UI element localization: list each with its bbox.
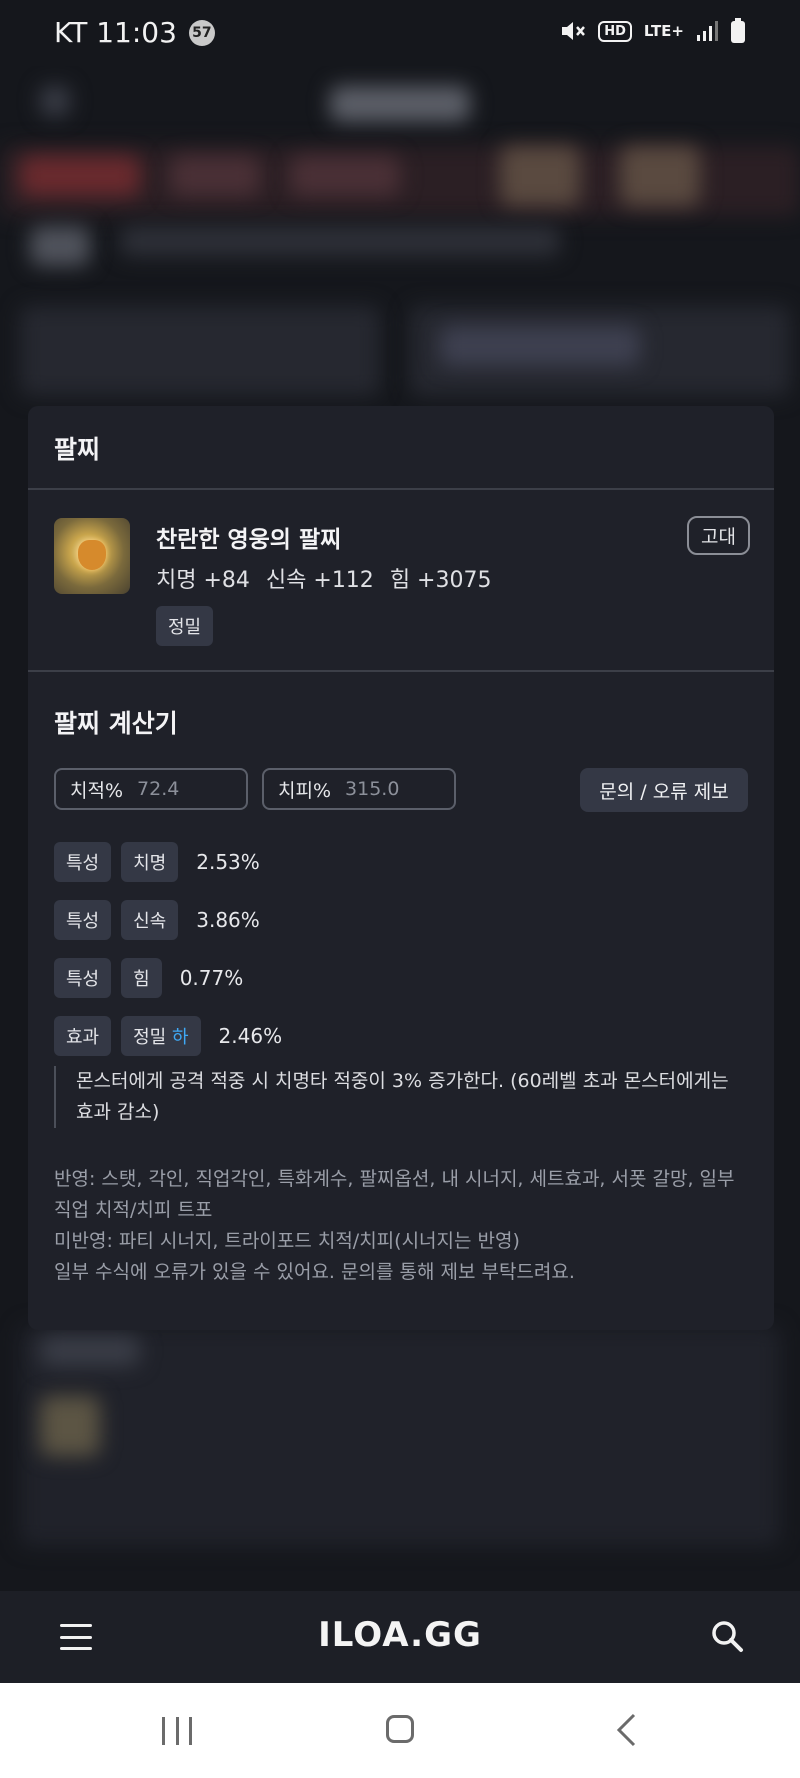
crit-rate-value: 72.4 [137, 778, 180, 800]
row-name-tag: 신속 [121, 900, 179, 940]
calc-row: 특성 치명 2.53% [54, 842, 260, 882]
item-effect-tag: 정밀 [156, 606, 214, 646]
site-logo[interactable]: ILOA.GG [0, 1615, 800, 1655]
note-disclaimer: 일부 수식에 오류가 있을 수 있어요. 문의를 통해 제보 부탁드려요. [54, 1261, 575, 1283]
item-name: 찬란한 영웅의 팔찌 [156, 527, 342, 553]
row-percent: 3.86% [196, 908, 260, 932]
bracelet-item-icon [54, 518, 130, 594]
row-percent: 2.53% [196, 850, 260, 874]
report-error-button[interactable]: 문의 / 오류 제보 [580, 768, 748, 812]
row-name-tag: 정밀 하 [121, 1016, 201, 1056]
row-kind-tag: 특성 [54, 900, 112, 940]
calc-row: 효과 정밀 하 2.46% [54, 1016, 282, 1056]
row-percent: 2.46% [218, 1024, 283, 1048]
status-right: HD LTE+ [560, 18, 746, 44]
effect-level: 하 [171, 1027, 189, 1048]
search-icon[interactable] [710, 1619, 744, 1653]
stat-swiftness: 신속 +112 [265, 568, 374, 593]
bracelet-card: 팔찌 찬란한 영웅의 팔찌 고대 치명 +84 신속 +112 힘 +3075 … [28, 406, 774, 1330]
row-kind-tag: 특성 [54, 842, 112, 882]
back-icon[interactable] [614, 1713, 638, 1747]
notification-count-badge: 57 [188, 19, 215, 46]
note-applied: 반영: 스탯, 각인, 직업각인, 특화계수, 팔찌옵션, 내 시너지, 세트효… [54, 1168, 735, 1221]
hd-icon: HD [598, 20, 632, 42]
home-icon[interactable] [386, 1715, 414, 1743]
calculator-title: 팔찌 계산기 [54, 709, 178, 738]
row-kind-tag: 특성 [54, 958, 112, 998]
crit-damage-input[interactable]: 치피% 315.0 [262, 768, 456, 810]
status-left: KT 11:03 57 [54, 16, 215, 49]
status-bar: KT 11:03 57 HD LTE+ [0, 0, 800, 66]
row-name-tag: 힘 [121, 958, 162, 998]
calculator-notes: 반영: 스탯, 각인, 직업각인, 특화계수, 팔찌옵션, 내 시너지, 세트효… [54, 1164, 754, 1288]
calc-row: 특성 신속 3.86% [54, 900, 260, 940]
card-title: 팔찌 [54, 435, 101, 464]
mute-icon [562, 22, 586, 40]
crit-rate-label: 치적% [70, 779, 124, 802]
lte-icon: LTE+ [643, 22, 684, 40]
grade-badge: 고대 [687, 516, 750, 555]
row-name-tag: 치명 [121, 842, 179, 882]
system-navigation-bar [0, 1683, 800, 1778]
recent-apps-icon[interactable] [162, 1717, 192, 1745]
stat-strength: 힘 +3075 [389, 568, 492, 593]
crit-damage-value: 315.0 [345, 778, 400, 800]
signal-icon [697, 21, 718, 41]
note-not-applied: 미반영: 파티 시너지, 트라이포드 치적/치피(시너지는 반영) [54, 1230, 520, 1252]
divider [28, 670, 774, 672]
effect-description: 몬스터에게 공격 적중 시 치명타 적중이 3% 증가한다. (60레벨 초과 … [54, 1066, 744, 1128]
crit-rate-input[interactable]: 치적% 72.4 [54, 768, 248, 810]
calc-row: 특성 힘 0.77% [54, 958, 243, 998]
carrier-time: KT 11:03 [54, 16, 177, 49]
battery-icon [731, 18, 745, 43]
effect-name: 정밀 [133, 1027, 167, 1048]
stat-crit: 치명 +84 [156, 568, 250, 593]
row-percent: 0.77% [179, 966, 244, 990]
crit-damage-label: 치피% [278, 779, 332, 802]
divider [28, 488, 774, 490]
row-kind-tag: 효과 [54, 1016, 112, 1056]
app-bottom-bar: ILOA.GG [0, 1591, 800, 1683]
item-stats: 치명 +84 신속 +112 힘 +3075 [156, 562, 491, 594]
